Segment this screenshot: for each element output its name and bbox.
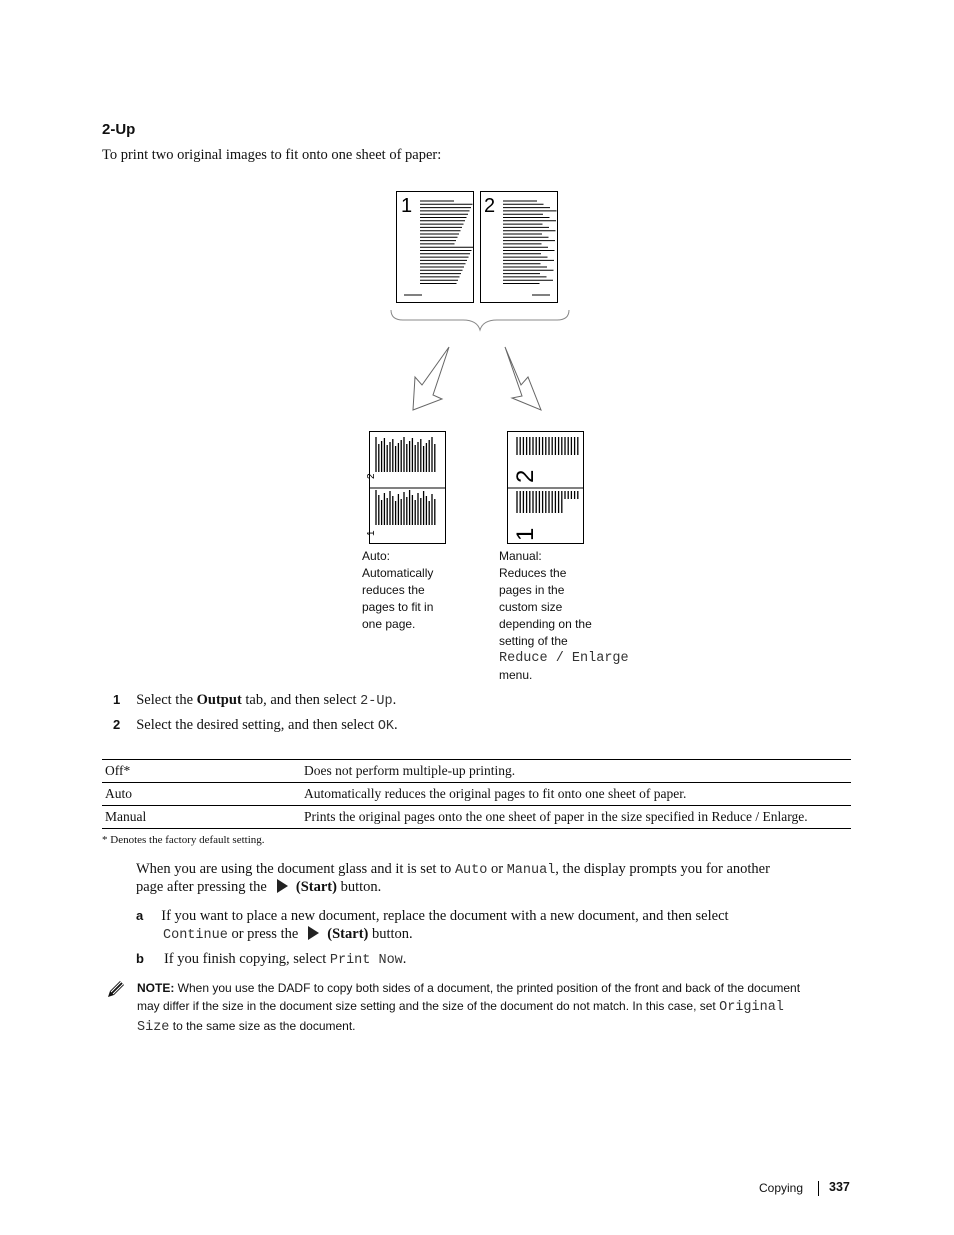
footer-section: Copying xyxy=(759,1181,804,1195)
svg-text:1: 1 xyxy=(512,528,539,541)
note: NOTE: When you use the DADF to copy both… xyxy=(137,981,801,1035)
page-number-2: 2 xyxy=(484,195,495,217)
settings-table: Off* Does not perform multiple-up printin… xyxy=(102,759,851,829)
note-pencil-icon xyxy=(108,981,124,997)
footer-divider xyxy=(818,1181,819,1196)
document-page: 2-Up To print two original images to fit… xyxy=(0,0,954,1235)
table-row: Off* Does not perform multiple-up printin… xyxy=(102,759,851,783)
section-title: 2-Up xyxy=(102,121,136,138)
page-number-1: 1 xyxy=(401,195,412,217)
para-line-2: page after pressing the (Start) button. xyxy=(136,879,382,895)
manual-caption: Manual: Reduces the pages in the custom siz… xyxy=(499,549,629,682)
arrow-left xyxy=(412,346,450,411)
step-2: 2 Select the desired setting, and then se… xyxy=(113,717,398,734)
substep-b: b If you finish copying, select Print Now… xyxy=(136,951,407,968)
table-row: Auto Automatically reduces the original p… xyxy=(102,782,851,806)
arrow-right xyxy=(504,346,542,411)
two-up-diagram: 1 2 2 1 2 1 xyxy=(366,191,584,544)
step-1: 1 Select the Output tab, and then select … xyxy=(113,692,397,709)
start-icon xyxy=(308,926,320,940)
para-line-1: When you are using the document glass an… xyxy=(136,861,770,878)
start-icon xyxy=(276,879,288,893)
svg-text:2: 2 xyxy=(366,473,377,479)
table-footnote: * Denotes the factory default setting. xyxy=(102,834,265,846)
substep-a: a If you want to place a new document, re… xyxy=(136,908,729,924)
page-number: 337 xyxy=(829,1180,850,1194)
intro-text: To print two original images to fit onto… xyxy=(102,147,442,163)
svg-text:1: 1 xyxy=(366,530,377,536)
svg-text:2: 2 xyxy=(512,470,539,483)
table-row: Manual Prints the original pages onto the… xyxy=(102,805,851,829)
brace xyxy=(390,309,570,332)
auto-caption: Auto: Automatically reduces the pages to fi… xyxy=(362,549,434,631)
